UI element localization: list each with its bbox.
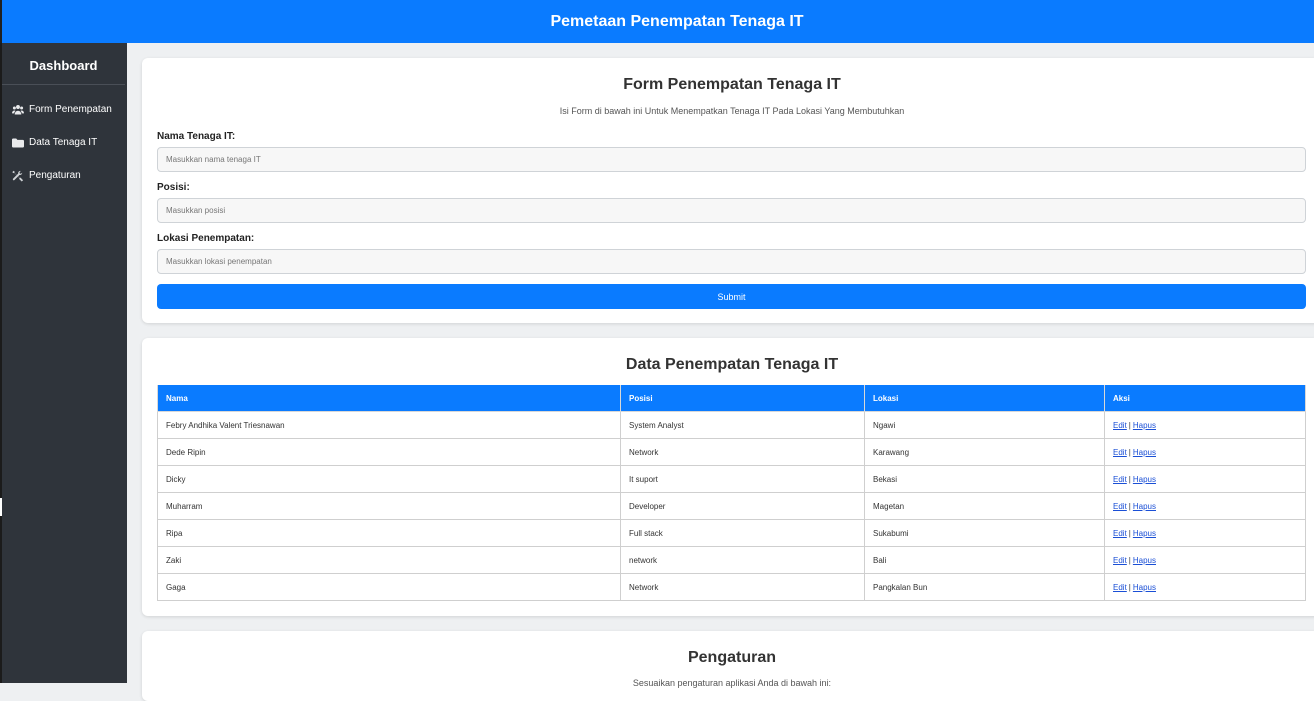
sidebar-item-label: Form Penempatan <box>29 104 112 115</box>
table-row: Zaki network Bali Edit | Hapus <box>157 546 1306 574</box>
lokasi-label: Lokasi Penempatan: <box>157 233 255 244</box>
form-title: Form Penempatan Tenaga IT <box>623 76 841 93</box>
cell-aksi: Edit | Hapus <box>1104 546 1306 574</box>
table-header-row: Nama Posisi Lokasi Aksi <box>157 385 1306 412</box>
cell-lokasi: Sukabumi <box>864 519 1105 547</box>
action-separator: | <box>1128 474 1131 484</box>
cell-posisi: Network <box>620 438 865 466</box>
edit-link[interactable]: Edit <box>1113 421 1127 430</box>
posisi-input[interactable] <box>157 198 1306 223</box>
cell-nama: Febry Andhika Valent Triesnawan <box>157 411 621 439</box>
settings-subtitle: Sesuaikan pengaturan aplikasi Anda di ba… <box>632 678 832 688</box>
action-separator: | <box>1128 555 1131 565</box>
hapus-link[interactable]: Hapus <box>1133 475 1156 484</box>
cell-nama: Ripa <box>157 519 621 547</box>
edit-link[interactable]: Edit <box>1113 583 1127 592</box>
cell-aksi: Edit | Hapus <box>1104 438 1306 466</box>
edit-link[interactable]: Edit <box>1113 448 1127 457</box>
table-row: Dede Ripin Network Karawang Edit | Hapus <box>157 438 1306 466</box>
cell-posisi: Developer <box>620 492 865 520</box>
cell-lokasi: Pangkalan Bun <box>864 573 1105 601</box>
sidebar-item-form-penempatan[interactable]: Form Penempatan <box>0 93 127 126</box>
cell-lokasi: Magetan <box>864 492 1105 520</box>
hapus-link[interactable]: Hapus <box>1133 583 1156 592</box>
cell-aksi: Edit | Hapus <box>1104 492 1306 520</box>
cell-nama: Dicky <box>157 465 621 493</box>
hapus-link[interactable]: Hapus <box>1133 502 1156 511</box>
hapus-link[interactable]: Hapus <box>1133 556 1156 565</box>
column-header-aksi: Aksi <box>1104 385 1306 412</box>
cell-posisi: System Analyst <box>620 411 865 439</box>
column-header-nama: Nama <box>157 385 621 412</box>
action-separator: | <box>1128 501 1131 511</box>
column-header-posisi: Posisi <box>620 385 865 412</box>
hapus-link[interactable]: Hapus <box>1133 448 1156 457</box>
edit-link[interactable]: Edit <box>1113 556 1127 565</box>
table-row: Gaga Network Pangkalan Bun Edit | Hapus <box>157 573 1306 601</box>
cell-posisi: Network <box>620 573 865 601</box>
settings-title: Pengaturan <box>687 649 776 666</box>
table-row: Dicky It suport Bekasi Edit | Hapus <box>157 465 1306 493</box>
data-title: Data Penempatan Tenaga IT <box>625 356 839 373</box>
column-header-lokasi: Lokasi <box>864 385 1105 412</box>
submit-button[interactable]: Submit <box>157 284 1306 309</box>
form-card: Form Penempatan Tenaga IT Isi Form di ba… <box>142 58 1314 323</box>
form-subtitle: Isi Form di bawah ini Untuk Menempatkan … <box>559 106 905 116</box>
action-separator: | <box>1128 528 1131 538</box>
tools-icon <box>12 170 24 182</box>
sidebar-item-data-tenaga-it[interactable]: Data Tenaga IT <box>0 126 127 159</box>
hapus-link[interactable]: Hapus <box>1133 421 1156 430</box>
cell-aksi: Edit | Hapus <box>1104 465 1306 493</box>
cell-aksi: Edit | Hapus <box>1104 573 1306 601</box>
action-separator: | <box>1128 582 1131 592</box>
settings-card: Pengaturan Sesuaikan pengaturan aplikasi… <box>142 631 1314 701</box>
cell-lokasi: Karawang <box>864 438 1105 466</box>
hapus-link[interactable]: Hapus <box>1133 529 1156 538</box>
placement-table: Nama Posisi Lokasi Aksi Febry Andhika Va… <box>157 385 1306 601</box>
edit-link[interactable]: Edit <box>1113 475 1127 484</box>
nama-label: Nama Tenaga IT: <box>157 131 236 142</box>
cell-aksi: Edit | Hapus <box>1104 519 1306 547</box>
cell-posisi: Full stack <box>620 519 865 547</box>
lokasi-input[interactable] <box>157 249 1306 274</box>
posisi-label: Posisi: <box>157 182 190 193</box>
cell-nama: Muharram <box>157 492 621 520</box>
sidebar-edge <box>0 43 2 683</box>
top-header: Pemetaan Penempatan Tenaga IT <box>0 0 1314 43</box>
cell-nama: Gaga <box>157 573 621 601</box>
cell-nama: Dede Ripin <box>157 438 621 466</box>
cell-posisi: network <box>620 546 865 574</box>
folder-icon <box>12 138 24 147</box>
edit-link[interactable]: Edit <box>1113 529 1127 538</box>
table-row: Ripa Full stack Sukabumi Edit | Hapus <box>157 519 1306 547</box>
users-icon <box>12 104 24 114</box>
sidebar-edge-marker <box>0 498 2 516</box>
cell-posisi: It suport <box>620 465 865 493</box>
nama-input[interactable] <box>157 147 1306 172</box>
sidebar-item-label: Data Tenaga IT <box>29 137 98 148</box>
edit-link[interactable]: Edit <box>1113 502 1127 511</box>
cell-lokasi: Ngawi <box>864 411 1105 439</box>
sidebar-brand[interactable]: Dashboard <box>2 43 125 85</box>
sidebar-item-label: Pengaturan <box>29 170 81 181</box>
cell-lokasi: Bali <box>864 546 1105 574</box>
table-row: Muharram Developer Magetan Edit | Hapus <box>157 492 1306 520</box>
table-row: Febry Andhika Valent Triesnawan System An… <box>157 411 1306 439</box>
action-separator: | <box>1128 447 1131 457</box>
cell-nama: Zaki <box>157 546 621 574</box>
sidebar: Dashboard Form Penempatan Data Tenaga IT… <box>0 43 127 683</box>
cell-aksi: Edit | Hapus <box>1104 411 1306 439</box>
data-card: Data Penempatan Tenaga IT Nama Posisi Lo… <box>142 338 1314 616</box>
action-separator: | <box>1128 420 1131 430</box>
sidebar-item-pengaturan[interactable]: Pengaturan <box>0 159 127 192</box>
window-edge <box>0 0 2 43</box>
app-title: Pemetaan Penempatan Tenaga IT <box>550 12 804 30</box>
cell-lokasi: Bekasi <box>864 465 1105 493</box>
